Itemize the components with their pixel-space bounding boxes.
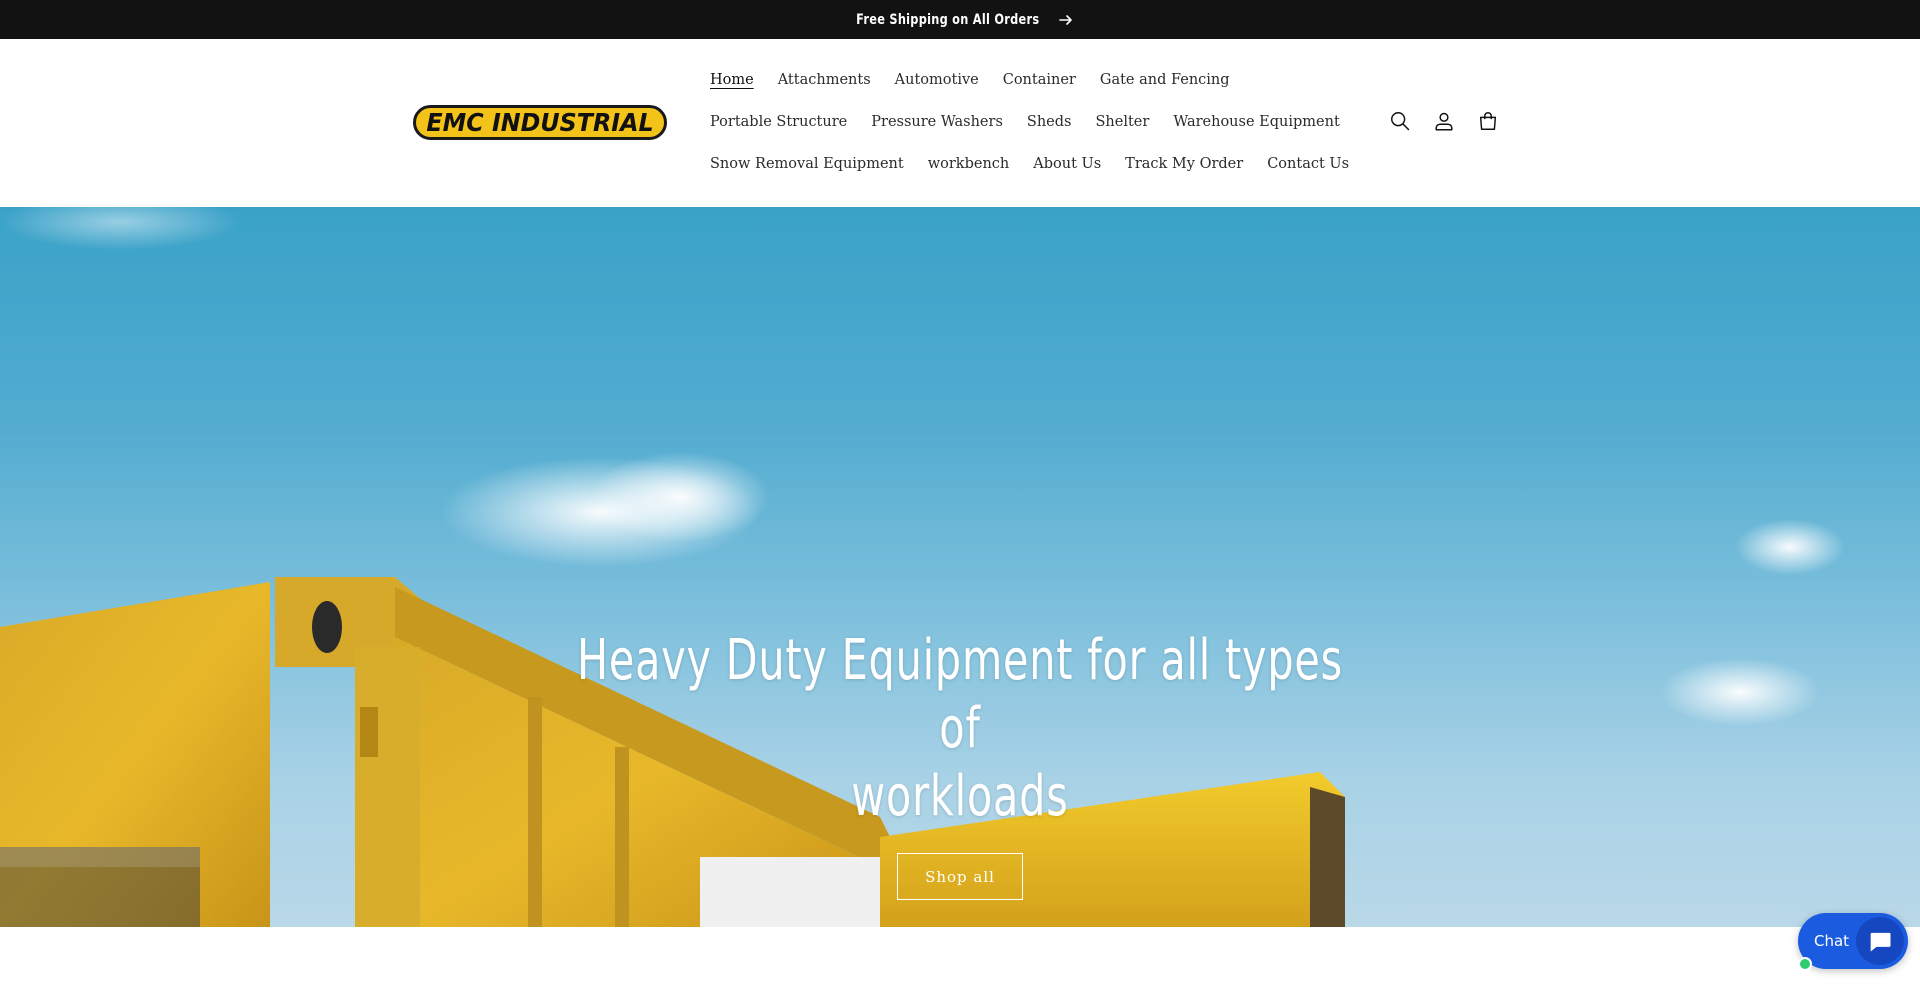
- announcement-bar[interactable]: Free Shipping on All Orders: [0, 0, 1920, 39]
- cart-icon[interactable]: [1476, 109, 1500, 133]
- logo-text: EMC INDUSTRIAL: [426, 108, 654, 137]
- hero-title-line-2: workloads: [851, 764, 1069, 829]
- nav-item-track-my-order[interactable]: Track My Order: [1113, 156, 1255, 172]
- nav-item-snow-removal-equipment[interactable]: Snow Removal Equipment: [700, 156, 916, 172]
- nav-row-1: Home Attachments Automotive Container Ga…: [700, 59, 1350, 101]
- nav-item-attachments[interactable]: Attachments: [766, 72, 883, 88]
- nav-item-container[interactable]: Container: [991, 72, 1088, 88]
- arrow-right-icon: [1058, 12, 1074, 28]
- site-header: EMC INDUSTRIAL Home Attachments Automoti…: [0, 39, 1920, 207]
- hero-banner: Heavy Duty Equipment for all types of wo…: [0, 207, 1920, 927]
- logo[interactable]: EMC INDUSTRIAL: [413, 105, 667, 140]
- nav-item-home[interactable]: Home: [700, 72, 766, 88]
- nav-item-contact-us[interactable]: Contact Us: [1255, 156, 1361, 172]
- nav-row-3: Snow Removal Equipment workbench About U…: [700, 143, 1350, 185]
- announcement-text[interactable]: Free Shipping on All Orders: [856, 12, 1039, 28]
- shop-all-button[interactable]: Shop all: [897, 853, 1023, 900]
- nav-item-warehouse-equipment[interactable]: Warehouse Equipment: [1161, 114, 1351, 130]
- nav-item-portable-structure[interactable]: Portable Structure: [700, 114, 859, 130]
- hero-content: Heavy Duty Equipment for all types of wo…: [460, 627, 1460, 900]
- search-icon[interactable]: [1388, 109, 1412, 133]
- nav-row-2: Portable Structure Pressure Washers Shed…: [700, 101, 1350, 143]
- chat-label: Chat: [1814, 932, 1850, 950]
- main-nav: Home Attachments Automotive Container Ga…: [700, 59, 1350, 185]
- nav-item-workbench[interactable]: workbench: [916, 156, 1022, 172]
- nav-item-automotive[interactable]: Automotive: [883, 72, 991, 88]
- hero-title-line-1: Heavy Duty Equipment for all types of: [577, 628, 1343, 761]
- nav-item-about-us[interactable]: About Us: [1021, 156, 1113, 172]
- chat-widget-button[interactable]: Chat: [1798, 913, 1908, 971]
- account-icon[interactable]: [1432, 109, 1456, 133]
- nav-item-pressure-washers[interactable]: Pressure Washers: [859, 114, 1015, 130]
- online-status-dot: [1798, 957, 1812, 971]
- nav-item-gate-and-fencing[interactable]: Gate and Fencing: [1088, 72, 1242, 88]
- nav-item-shelter[interactable]: Shelter: [1083, 114, 1161, 130]
- header-icons: [1388, 109, 1500, 133]
- nav-item-sheds[interactable]: Sheds: [1015, 114, 1084, 130]
- hero-title: Heavy Duty Equipment for all types of wo…: [550, 627, 1370, 831]
- chat-bubble-icon: [1856, 917, 1904, 965]
